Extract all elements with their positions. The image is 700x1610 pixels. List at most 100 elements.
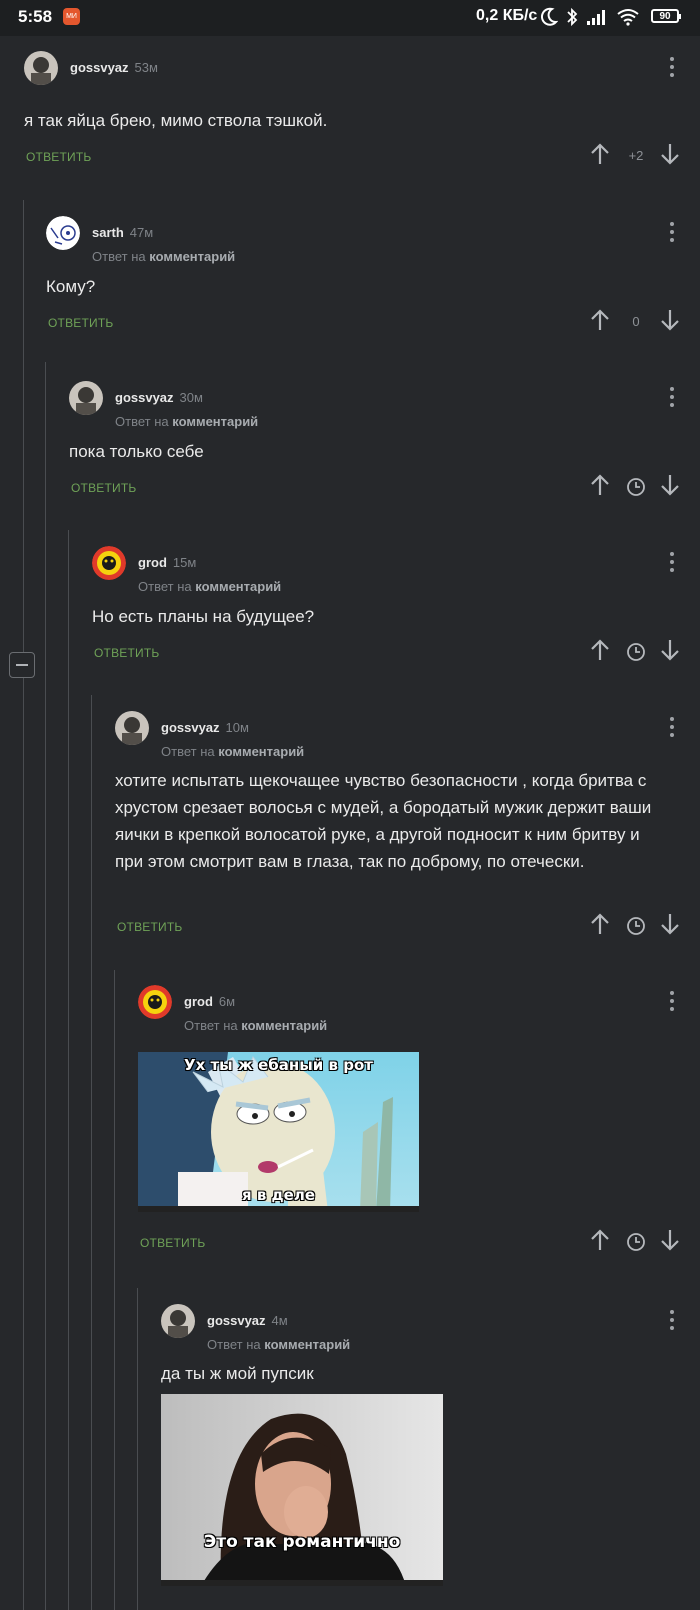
battery-icon: 90 [651, 9, 681, 23]
status-bar: 5:58 МИ 0,2 КБ/с 90 [0, 0, 700, 36]
meme-bottom-caption: я в деле [241, 1186, 315, 1204]
avatar[interactable] [69, 381, 103, 415]
vote-controls [590, 636, 680, 666]
reply-to-link[interactable]: комментарий [172, 414, 258, 429]
app-notification-icon: МИ [63, 8, 80, 25]
reply-to-label: Ответ на комментарий [161, 744, 305, 759]
bluetooth-icon [567, 7, 578, 27]
kebab-icon[interactable] [670, 1310, 674, 1334]
reply-to-link[interactable]: комментарий [149, 249, 235, 264]
avatar[interactable] [138, 985, 172, 1019]
reply-button[interactable]: ОТВЕТИТЬ [140, 1236, 205, 1250]
avatar[interactable] [161, 1304, 195, 1338]
reply-to-label: Ответ на комментарий [207, 1337, 351, 1352]
vote-score: +2 [628, 148, 644, 163]
reply-to-label: Ответ на комментарий [115, 414, 259, 429]
meme-bottom-caption: Это так романтично [203, 1532, 401, 1552]
arrow-up-icon[interactable] [590, 473, 610, 497]
meme-top-caption: Ух ты ж ебаный в рот [184, 1056, 373, 1074]
author-name[interactable]: gossvyaz 4м [207, 1313, 288, 1328]
signal-icon [587, 10, 605, 25]
avatar[interactable] [24, 51, 58, 85]
thread-line [68, 530, 69, 1610]
comment-age: 6м [218, 994, 236, 1009]
vote-controls [590, 1226, 680, 1256]
comment-age: 15м [172, 555, 197, 570]
reply-to-link[interactable]: комментарий [264, 1337, 350, 1352]
vote-controls [590, 471, 680, 501]
comment: gossvyaz 10м Ответ на комментарий хотите … [115, 711, 700, 951]
kebab-icon[interactable] [670, 222, 674, 246]
avatar[interactable] [92, 546, 126, 580]
clock-icon [627, 917, 645, 935]
reply-button[interactable]: ОТВЕТИТЬ [26, 150, 91, 164]
arrow-up-icon[interactable] [590, 308, 610, 332]
comment: gossvyaz 30м Ответ на комментарий пока то… [69, 381, 700, 511]
wifi-icon [617, 9, 639, 26]
arrow-down-icon[interactable] [660, 638, 680, 662]
clock-icon [627, 478, 645, 496]
meme-image[interactable]: Это так романтично [161, 1394, 443, 1586]
comment: gossvyaz 4м Ответ на комментарий да ты ж … [161, 1304, 700, 1610]
collapse-thread-button[interactable] [9, 652, 35, 678]
vote-controls: +2 [590, 140, 680, 170]
thread-line [45, 362, 46, 1610]
reply-to-label: Ответ на комментарий [92, 249, 236, 264]
comment-text: да ты ж мой пупсик [161, 1364, 314, 1383]
comment-text: Кому? [46, 277, 96, 296]
author-name[interactable]: gossvyaz 53м [70, 60, 158, 75]
author-name[interactable]: sarth 47м [92, 225, 153, 240]
comment: grod 6м Ответ на комментарий Ух ты ж ебан… [138, 985, 700, 1275]
reply-to-label: Ответ на комментарий [138, 579, 282, 594]
thread-line [91, 695, 92, 1610]
reply-to-link[interactable]: комментарий [241, 1018, 327, 1033]
author-name[interactable]: grod 6м [184, 994, 235, 1009]
reply-button[interactable]: ОТВЕТИТЬ [48, 316, 113, 330]
arrow-up-icon[interactable] [590, 638, 610, 662]
avatar[interactable] [46, 216, 80, 250]
arrow-down-icon[interactable] [660, 308, 680, 332]
moon-icon [541, 7, 558, 26]
thread-line [23, 200, 24, 1610]
arrow-down-icon[interactable] [660, 1228, 680, 1252]
arrow-down-icon[interactable] [660, 142, 680, 166]
comment-text: Но есть планы на будущее? [92, 607, 315, 626]
arrow-up-icon[interactable] [590, 912, 610, 936]
comment-age: 4м [271, 1313, 288, 1328]
kebab-icon[interactable] [670, 57, 674, 81]
arrow-up-icon[interactable] [590, 1228, 610, 1252]
comment-text: пока только себе [69, 442, 204, 461]
reply-button[interactable]: ОТВЕТИТЬ [94, 646, 159, 660]
kebab-icon[interactable] [670, 717, 674, 741]
vote-controls: 0 [590, 306, 680, 336]
reply-button[interactable]: ОТВЕТИТЬ [71, 481, 136, 495]
comment-text: хотите испытать щекочащее чувство безопа… [115, 771, 652, 871]
comment-age: 10м [225, 720, 249, 735]
meme-image[interactable]: Ух ты ж ебаный в рот я в деле [138, 1052, 419, 1212]
kebab-icon[interactable] [670, 387, 674, 411]
clock-icon [627, 1233, 645, 1251]
arrow-down-icon[interactable] [660, 912, 680, 936]
arrow-down-icon[interactable] [660, 473, 680, 497]
author-name[interactable]: gossvyaz 30м [115, 390, 203, 405]
thread-line [114, 970, 115, 1610]
comment-text: я так яйца брею, мимо ствола тэшкой. [24, 111, 328, 130]
kebab-icon[interactable] [670, 552, 674, 576]
network-speed: 0,2 КБ/с [476, 7, 538, 24]
author-name[interactable]: gossvyaz 10м [161, 720, 249, 735]
thread-line [137, 1288, 138, 1610]
avatar[interactable] [115, 711, 149, 745]
comment-age: 53м [134, 60, 158, 75]
kebab-icon[interactable] [670, 991, 674, 1015]
vote-controls [590, 910, 680, 940]
reply-to-link[interactable]: комментарий [195, 579, 281, 594]
reply-button[interactable]: ОТВЕТИТЬ [117, 920, 182, 934]
status-time: 5:58 [18, 7, 53, 26]
vote-score: 0 [632, 314, 640, 329]
reply-to-link[interactable]: комментарий [218, 744, 304, 759]
reply-to-label: Ответ на комментарий [184, 1018, 328, 1033]
author-name[interactable]: grod 15м [138, 555, 196, 570]
comment-age: 30м [179, 390, 203, 405]
arrow-up-icon[interactable] [590, 142, 610, 166]
comment: sarth 47м Ответ на комментарий Кому? ОТВЕ… [46, 216, 700, 346]
